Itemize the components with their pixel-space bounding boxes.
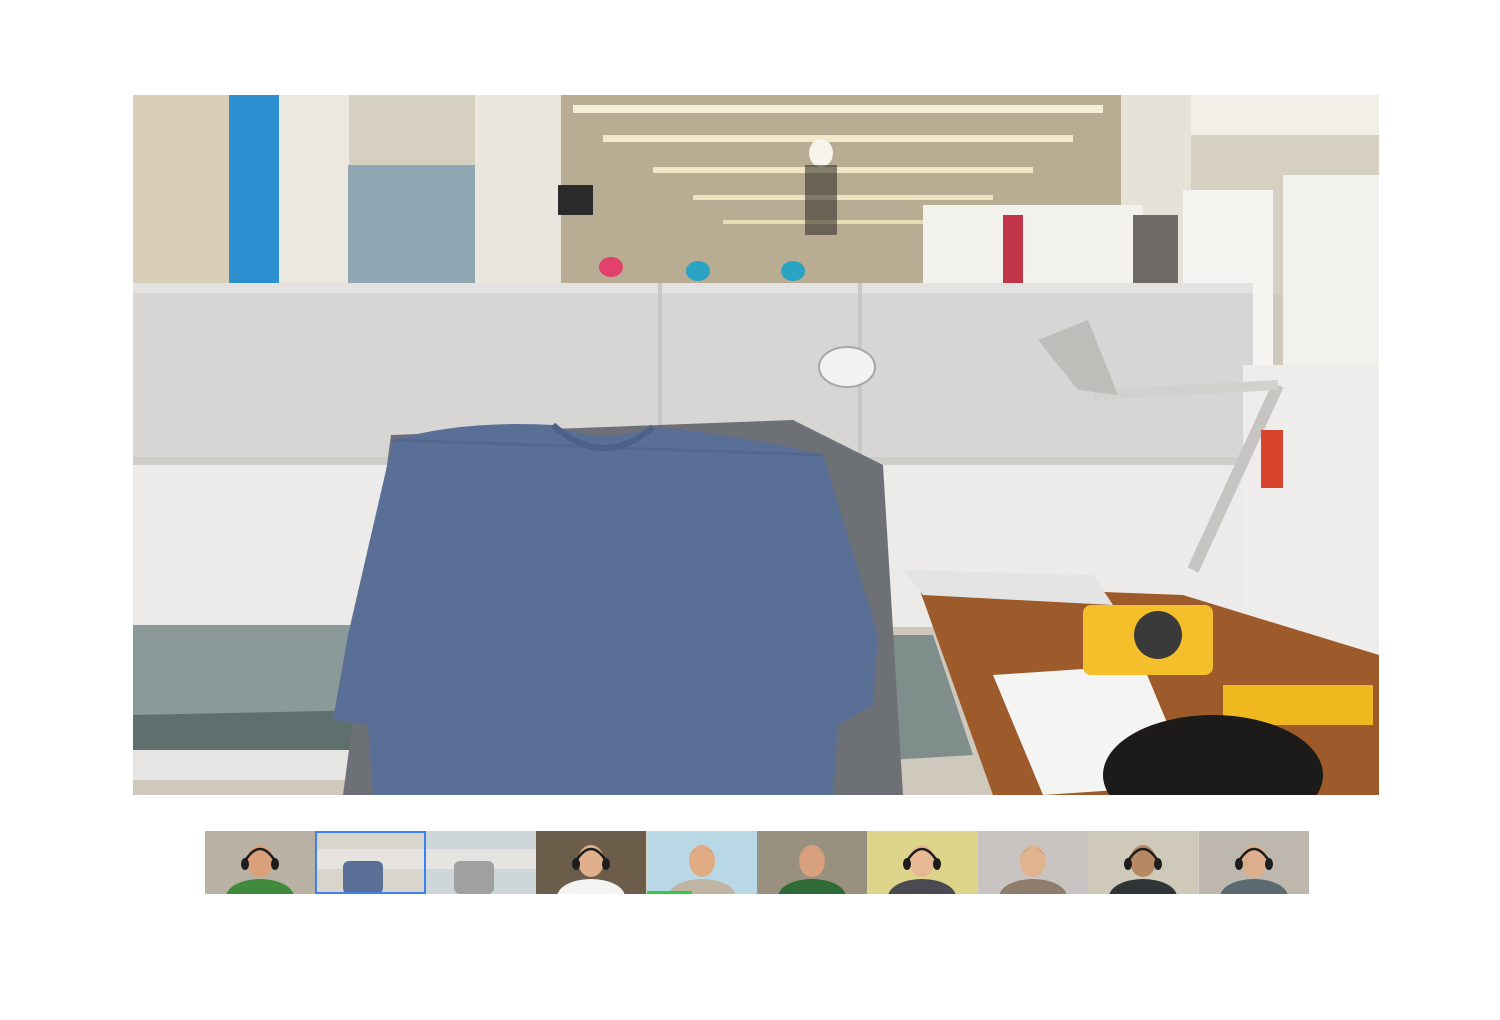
participant-thumbnail[interactable] (1088, 831, 1199, 894)
participant-video (646, 831, 757, 894)
participant-thumbnail[interactable] (867, 831, 978, 894)
speaking-indicator (646, 891, 692, 894)
main-video-image (133, 95, 1379, 795)
participant-video (977, 831, 1088, 894)
hangout-window (0, 0, 1500, 1020)
participant-thumbnail[interactable] (1198, 831, 1309, 894)
participant-thumbnail[interactable] (536, 831, 647, 894)
participant-thumbnail[interactable] (315, 831, 426, 894)
participant-thumbnail[interactable] (205, 831, 315, 894)
participant-video (425, 831, 536, 894)
participant-video (315, 831, 426, 894)
main-video-feed[interactable] (133, 95, 1379, 795)
participant-thumbnail[interactable] (425, 831, 536, 894)
participant-video (756, 831, 867, 894)
participant-video (1088, 831, 1199, 894)
participant-video (536, 831, 647, 894)
participant-thumbnail[interactable] (977, 831, 1088, 894)
participant-filmstrip (205, 831, 1309, 894)
participant-thumbnail[interactable] (646, 831, 757, 894)
participant-thumbnail[interactable] (756, 831, 867, 894)
participant-video (1198, 831, 1309, 894)
participant-video (867, 831, 978, 894)
participant-video (205, 831, 315, 894)
